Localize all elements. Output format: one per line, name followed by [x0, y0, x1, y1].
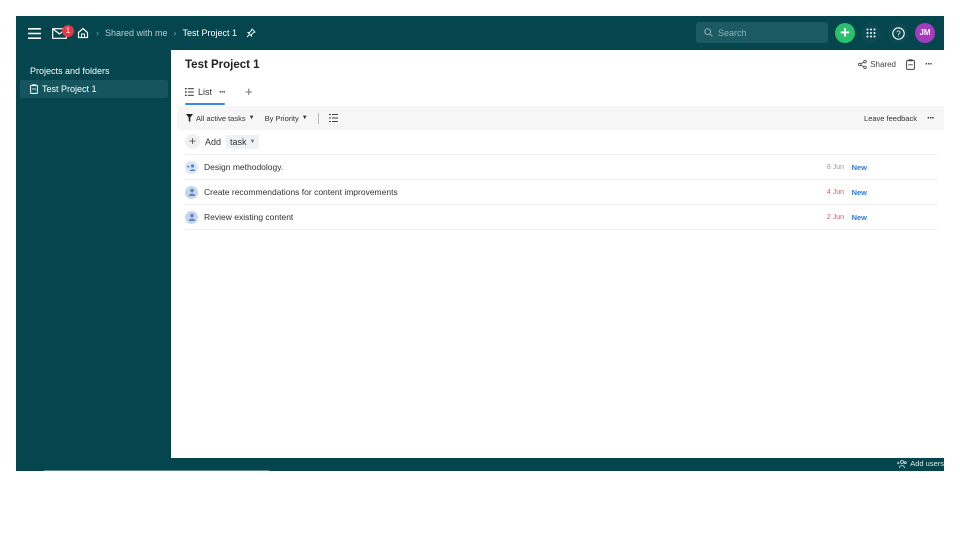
add-task-row: + Add task ▼: [185, 134, 260, 149]
menu-button[interactable]: [28, 16, 44, 50]
list-toolbar: All active tasks ▼ By Priority ▼ Leave f…: [177, 106, 944, 130]
task-title[interactable]: Create recommendations for content impro…: [204, 187, 398, 197]
home-icon: [77, 27, 89, 39]
group-by-dropdown[interactable]: By Priority ▼: [265, 114, 308, 123]
scrollbar[interactable]: [44, 470, 269, 471]
search-input[interactable]: Search: [696, 22, 828, 43]
create-new-button[interactable]: +: [835, 23, 855, 43]
task-status[interactable]: New: [852, 163, 867, 172]
task-status[interactable]: New: [852, 188, 867, 197]
user-avatar[interactable]: JM: [915, 23, 935, 43]
shared-button[interactable]: Shared: [858, 60, 896, 69]
share-icon: [858, 60, 867, 69]
task-list: Design methodology. 8 Jun New Create rec…: [185, 154, 937, 230]
chevron-down-icon: ▼: [301, 115, 308, 121]
project-details-icon[interactable]: [906, 59, 915, 70]
app-window: 1 › Shared with me › Test Project 1 Sear…: [16, 16, 944, 471]
chevron-down-icon: ▼: [248, 115, 255, 121]
pin-icon[interactable]: [246, 28, 256, 38]
task-row[interactable]: Review existing content 2 Jun New: [185, 204, 937, 230]
sidebar: Projects and folders Test Project 1: [16, 50, 171, 458]
search-icon: [704, 28, 713, 37]
filter-icon: [186, 114, 193, 122]
add-users-label: Add users: [910, 459, 944, 468]
bottom-bar: Add users: [16, 458, 944, 471]
home-button[interactable]: [77, 16, 89, 50]
top-bar: 1 › Shared with me › Test Project 1 Sear…: [16, 16, 944, 50]
task-due-date: 4 Jun: [826, 188, 844, 196]
main-content: Test Project 1 Shared ··· List ··· + All…: [171, 50, 944, 458]
view-settings-icon[interactable]: [328, 114, 338, 122]
project-actions: Shared ···: [858, 59, 933, 70]
sidebar-item-test-project-1[interactable]: Test Project 1: [20, 80, 168, 98]
add-label[interactable]: Add: [205, 137, 221, 147]
add-users-button[interactable]: Add users: [897, 459, 944, 468]
task-title[interactable]: Design methodology.: [204, 162, 283, 172]
task-row[interactable]: Create recommendations for content impro…: [185, 179, 937, 204]
breadcrumb-shared-with-me[interactable]: Shared with me: [105, 28, 168, 38]
view-tabs: List ··· +: [185, 83, 253, 105]
hamburger-icon: [28, 27, 41, 39]
sidebar-title: Projects and folders: [30, 66, 110, 76]
item-type-dropdown[interactable]: task ▼: [226, 134, 260, 149]
tab-list[interactable]: List ···: [185, 83, 226, 105]
breadcrumb: › Shared with me › Test Project 1: [96, 16, 256, 50]
list-icon: [185, 88, 194, 96]
filter-dropdown[interactable]: All active tasks ▼: [186, 114, 255, 123]
app-launcher-button[interactable]: [861, 23, 881, 43]
grid-icon: [866, 28, 876, 38]
help-button[interactable]: ?: [888, 23, 908, 43]
toolbar-right: Leave feedback ···: [864, 113, 935, 124]
add-task-button[interactable]: +: [185, 134, 200, 149]
shared-label: Shared: [870, 60, 896, 69]
task-status[interactable]: New: [852, 213, 867, 222]
more-options-icon[interactable]: ···: [925, 59, 933, 70]
help-icon: ?: [891, 26, 905, 40]
filter-label: All active tasks: [196, 113, 246, 123]
chevron-right-icon: ›: [173, 28, 177, 38]
task-row[interactable]: Design methodology. 8 Jun New: [185, 154, 937, 179]
group-label: By Priority: [264, 113, 299, 123]
clipboard-icon: [30, 84, 38, 94]
chevron-right-icon: ›: [96, 28, 99, 38]
task-due-date: 2 Jun: [826, 213, 844, 221]
sidebar-item-label: Test Project 1: [42, 84, 97, 94]
inbox-button[interactable]: 1: [52, 16, 74, 50]
notification-badge: 1: [62, 25, 74, 37]
task-title[interactable]: Review existing content: [204, 212, 293, 222]
add-assignee-icon[interactable]: [185, 160, 198, 174]
item-type-label: task: [230, 136, 247, 147]
svg-text:?: ?: [896, 29, 901, 38]
toolbar-more-icon[interactable]: ···: [927, 113, 935, 124]
assignee-avatar-icon[interactable]: [185, 210, 198, 224]
breadcrumb-current-project[interactable]: Test Project 1: [183, 28, 238, 38]
add-users-icon: [897, 459, 907, 468]
search-placeholder: Search: [718, 27, 747, 38]
assignee-avatar-icon[interactable]: [185, 185, 198, 199]
tab-list-label: List: [198, 87, 213, 97]
task-due-date: 8 Jun: [826, 163, 844, 171]
project-title: Test Project 1: [185, 59, 260, 71]
plus-icon: +: [840, 23, 850, 42]
chevron-down-icon: ▼: [249, 138, 256, 145]
tab-options-icon[interactable]: ···: [219, 87, 226, 97]
add-view-button[interactable]: +: [245, 85, 253, 99]
toolbar-divider: [317, 112, 319, 124]
leave-feedback-link[interactable]: Leave feedback: [864, 114, 917, 123]
